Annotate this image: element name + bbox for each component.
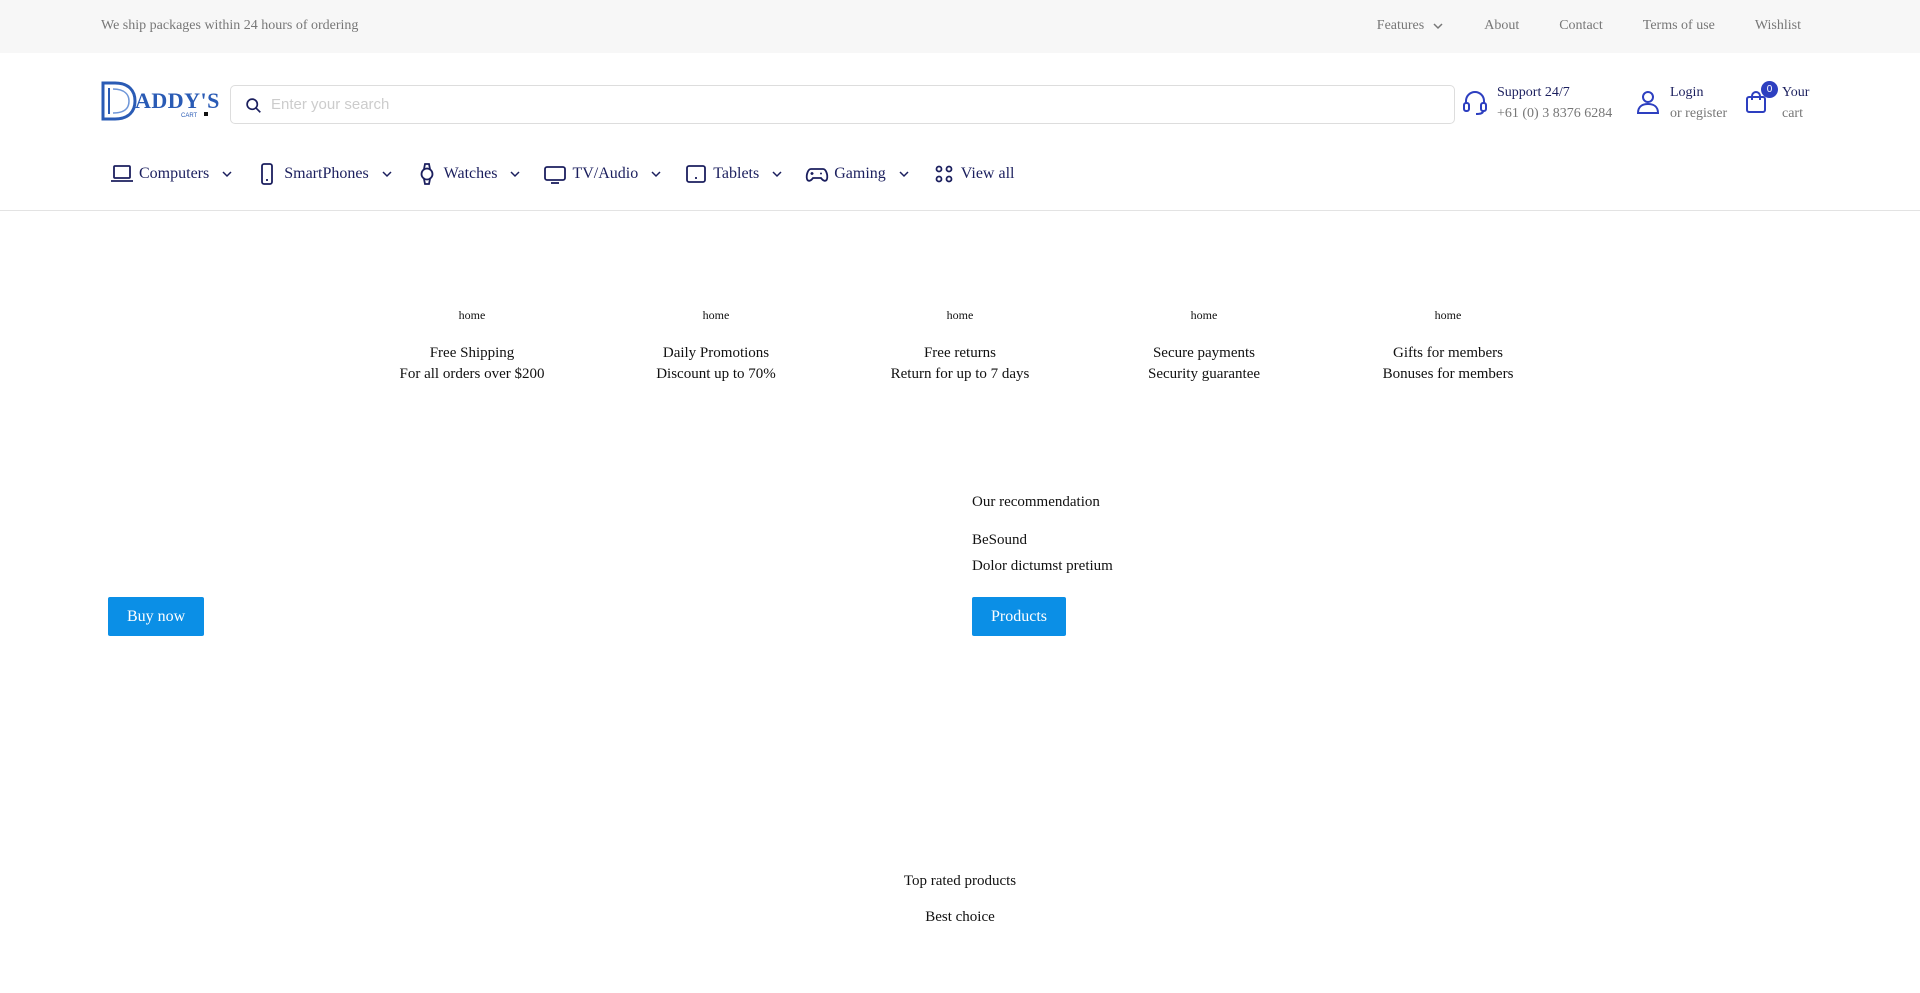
tablet-icon [686,165,707,183]
feature-free-shipping: home Free Shipping For all orders over $… [372,310,572,385]
chevron-down-icon [1433,23,1443,30]
products-button[interactable]: Products [972,597,1066,636]
category-label: TV/Audio [572,165,639,182]
recommendation-brand: BeSound [972,532,1028,548]
category-computers[interactable]: Computers [110,162,233,186]
feature-title: Daily Promotions [662,345,770,361]
headset-icon [1463,91,1487,115]
topnav-contact[interactable]: Contact [1559,18,1603,34]
feature-subtitle: Discount up to 70% [656,366,776,382]
category-label: Gaming [834,165,886,182]
svg-text:CART: CART [181,113,198,119]
feature-broken-image: home [1434,310,1462,322]
login-title: Login [1670,85,1704,100]
feature-free-returns: home Free returns Return for up to 7 day… [860,310,1060,385]
cart-title: Your [1782,85,1810,100]
feature-broken-image: home [946,310,974,322]
search-box [230,85,1455,124]
chevron-down-icon [222,171,232,178]
search-icon [246,98,261,113]
topnav-features[interactable]: Features [1377,18,1444,34]
search-input[interactable] [271,87,1441,122]
feature-subtitle: For all orders over $200 [399,366,545,382]
category-label: SmartPhones [284,165,369,182]
topnav-features-label: Features [1376,18,1425,33]
laptop-icon [111,165,133,182]
support-phone: +61 (0) 3 8376 6284 [1497,106,1613,121]
watch-icon [420,163,434,185]
category-view-all[interactable]: View all [932,162,1015,186]
nav-divider [0,210,1920,211]
feature-broken-image: home [458,310,486,322]
user-icon [1636,91,1660,114]
recommendation-block: Our recommendation BeSound Dolor dictums… [972,491,1113,579]
category-label: Tablets [713,165,760,182]
chevron-down-icon [772,171,782,178]
category-label: Watches [443,165,498,182]
gamepad-icon [806,168,829,182]
topnav-wishlist[interactable]: Wishlist [1755,18,1801,34]
feature-gifts-for-members: home Gifts for members Bonuses for membe… [1348,310,1548,385]
category-nav: Computers SmartPhones Watches TV/Audio T… [110,162,1036,186]
feature-title: Free Shipping [429,345,515,361]
top-bar: We ship packages within 24 hours of orde… [0,0,1920,53]
feature-broken-image: home [702,310,730,322]
feature-title: Secure payments [1152,345,1256,361]
category-tablets[interactable]: Tablets [684,162,783,186]
login-subtitle: or register [1670,106,1728,121]
feature-subtitle: Security guarantee [1147,366,1261,382]
category-tv-audio[interactable]: TV/Audio [543,162,662,186]
feature-broken-image: home [1190,310,1218,322]
recommendation-heading: Our recommendation [972,494,1100,510]
cart-block[interactable]: 0 Your cart [1744,81,1810,125]
grid-icon [935,165,953,183]
cart-count-badge: 0 [1761,81,1778,98]
recommendation-tagline: Dolor dictumst pretium [972,558,1113,574]
feature-title: Free returns [923,345,997,361]
topnav-about[interactable]: About [1484,18,1519,34]
feature-subtitle: Return for up to 7 days [890,366,1030,382]
login-block[interactable]: Login or register [1634,82,1727,125]
category-gaming[interactable]: Gaming [805,162,910,186]
cart-icon-wrap: 0 [1744,81,1778,120]
chevron-down-icon [382,171,392,178]
svg-text:ADDY'S: ADDY'S [135,88,219,113]
feature-secure-payments: home Secure payments Security guarantee [1104,310,1304,385]
tv-icon [544,166,567,184]
top-rated-heading: Top rated products [903,873,1017,889]
chevron-down-icon [651,171,661,178]
category-smartphones[interactable]: SmartPhones [255,162,392,186]
feature-subtitle: Bonuses for members [1382,366,1514,382]
topnav-terms[interactable]: Terms of use [1643,18,1715,34]
feature-daily-promotions: home Daily Promotions Discount up to 70% [616,310,816,385]
top-nav: Features About Contact Terms of use Wish… [1377,18,1801,34]
support-block[interactable]: Support 24/7 +61 (0) 3 8376 6284 [1461,82,1612,125]
category-watches[interactable]: Watches [415,162,522,186]
top-rated-subheading: Best choice [925,909,995,925]
cart-subtitle: cart [1782,106,1803,121]
feature-title: Gifts for members [1393,345,1503,361]
support-title: Support 24/7 [1497,85,1570,100]
chevron-down-icon [510,171,520,178]
category-label: View all [960,165,1015,182]
shipping-notice: We ship packages within 24 hours of orde… [101,18,359,33]
buy-now-button[interactable]: Buy now [108,597,205,636]
phone-icon [261,163,274,185]
category-label: Computers [139,165,210,182]
site-logo[interactable]: ADDY'S CART [101,81,219,121]
chevron-down-icon [899,171,909,178]
